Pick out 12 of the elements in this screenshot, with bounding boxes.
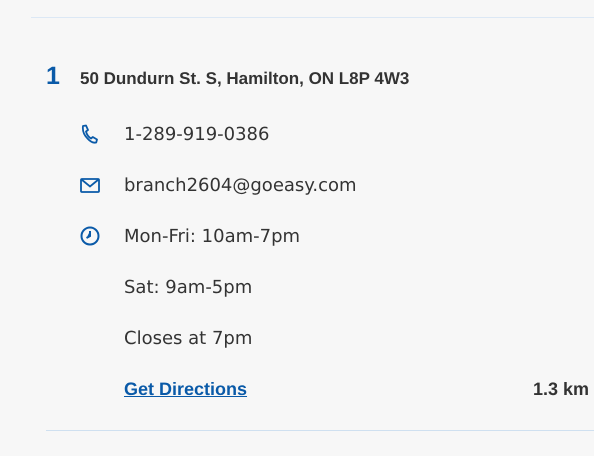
email-address: branch2604@goeasy.com <box>124 174 357 198</box>
phone-icon <box>80 124 98 144</box>
hours-text: Mon-Fri: 10am-7pm <box>124 224 300 248</box>
email-icon <box>80 178 100 192</box>
branch-address: 50 Dundurn St. S, Hamilton, ON L8P 4W3 <box>80 68 410 90</box>
distance: 1.3 km <box>532 378 589 400</box>
get-directions-link[interactable]: Get Directions <box>124 376 248 402</box>
hours-text: Sat: 9am-5pm <box>124 276 252 300</box>
phone-number: 1-289-919-0386 <box>124 122 270 146</box>
hours-text: Closes at 7pm <box>124 326 252 350</box>
location-number: 1 <box>46 61 61 92</box>
clock-icon <box>80 226 100 246</box>
